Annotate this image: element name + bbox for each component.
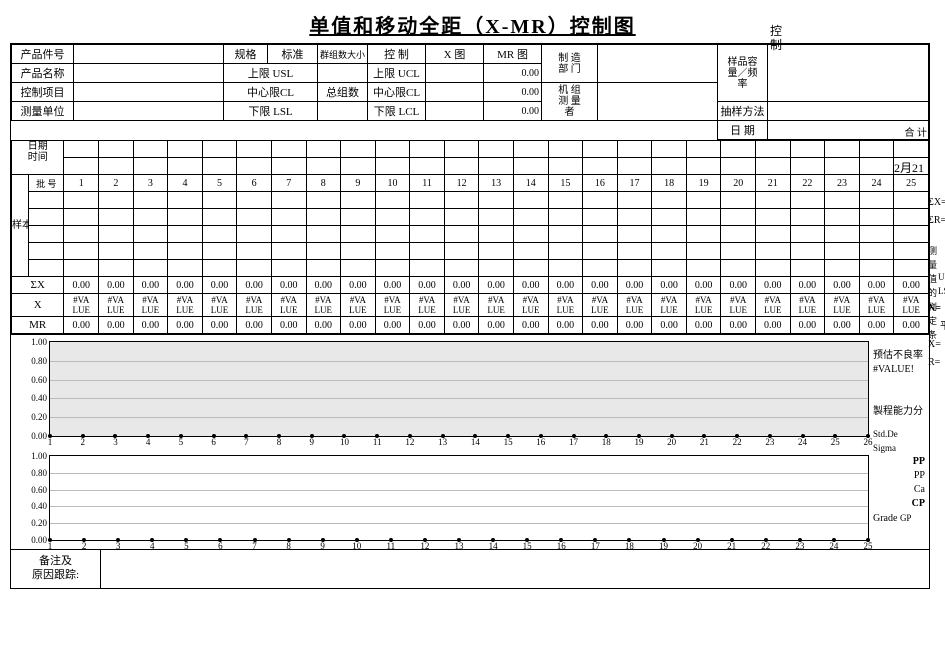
- lbl-std: 标准: [268, 45, 318, 64]
- x-chart-plot: 0.000.200.400.600.801.001234567891011121…: [49, 341, 869, 437]
- lbl-sample-vertical: 样本测定值: [12, 175, 29, 277]
- lbl-cl: 中心限CL: [224, 83, 318, 102]
- lbl-lcl: 下限 LCL: [368, 102, 426, 121]
- val-mfg-dept[interactable]: [598, 45, 718, 83]
- lbl-capability: 製程能力分: [873, 405, 925, 419]
- table-row[interactable]: [12, 260, 929, 277]
- lbl-stdde: Std.De: [873, 427, 925, 441]
- side-rbar: R= 0.0: [928, 356, 945, 370]
- side-usl: USL: [938, 270, 945, 284]
- side-avg: 平: [940, 320, 945, 334]
- lbl-lsl: 下限 LSL: [224, 102, 318, 121]
- val-lsl[interactable]: [318, 102, 368, 121]
- val-product-no[interactable]: [74, 45, 224, 64]
- lbl-batch-no: 批 号: [29, 175, 64, 192]
- lbl-measured-by: 机 组 测 量 者: [542, 83, 598, 121]
- lbl-product-no: 产品件号: [12, 45, 74, 64]
- date-value-outside: 2月21: [894, 159, 924, 176]
- lbl-cp: CP: [873, 497, 925, 511]
- table-row[interactable]: [12, 209, 929, 226]
- lbl-ctrl-item: 控制项目: [12, 83, 74, 102]
- lbl-mfg-dept: 制 造 部 门: [542, 45, 598, 83]
- side-xbar: X=: [928, 338, 941, 352]
- footer-notes[interactable]: [101, 550, 929, 588]
- chart-stats: 预估不良率 #VALUE! 製程能力分 Std.De Sigma PP PP C…: [873, 341, 925, 526]
- page-title: 单值和移动全距（X-MR）控制图: [10, 10, 935, 39]
- val-x-ucl[interactable]: [426, 64, 484, 83]
- lbl-cl2: 中心限CL: [368, 83, 426, 102]
- row-sx: ΣX 0.000.000.000.000.000.000.000.000.000…: [12, 277, 929, 294]
- val-x-lcl[interactable]: [426, 102, 484, 121]
- side-sr: ΣR=: [928, 214, 945, 228]
- side-lsl: LSL: [938, 284, 945, 298]
- val-usl[interactable]: [318, 64, 368, 83]
- lbl-pp: PP: [873, 455, 925, 469]
- mr-chart-block: 0.000.200.400.600.801.001234567891011121…: [49, 455, 869, 541]
- lbl-product-name: 产品名称: [12, 64, 74, 83]
- side-total: 合 计: [905, 124, 928, 139]
- lbl-pred-defect: 预估不良率: [873, 349, 925, 363]
- table-row[interactable]: [12, 226, 929, 243]
- row-date-time-2: [12, 158, 929, 175]
- row-date-time: 日期 时间: [12, 141, 929, 158]
- table-row[interactable]: [12, 243, 929, 260]
- side-sx: ΣX=: [928, 196, 945, 210]
- val-samp-method[interactable]: [768, 102, 929, 121]
- lbl-spec: 规格: [224, 45, 268, 64]
- x-chart-block: 0.000.200.400.600.801.001234567891011121…: [49, 341, 869, 437]
- val-ctrl-item[interactable]: [74, 83, 224, 102]
- lbl-grade: Grade GP: [873, 511, 925, 526]
- form-container: 产品件号 规格 标准 群组数大小 控 制 X 图 MR 图 制 造 部 门 样品…: [10, 43, 930, 589]
- data-grid: 日期 时间 样本测定值 批 号 123456789101112131415161…: [11, 140, 929, 334]
- row-mr: MR 0.000.000.000.000.000.000.000.000.000…: [12, 317, 929, 334]
- row-batch-no: 样本测定值 批 号 123456789101112131415161718192…: [12, 175, 929, 192]
- row-x: X #VALUE#VALUE#VALUE#VALUE#VALUE#VALUE#V…: [12, 294, 929, 317]
- lbl-sample-freq: 样品容 量／频 率: [718, 45, 768, 102]
- val-meas-unit[interactable]: [74, 102, 224, 121]
- side-n: N=: [928, 302, 941, 316]
- val-x-cl[interactable]: [426, 83, 484, 102]
- lbl-total-groups: 总组数: [318, 83, 368, 102]
- lbl-meas-unit: 测量单位: [12, 102, 74, 121]
- val-product-name[interactable]: [74, 64, 224, 83]
- lbl-sigma: Sigma: [873, 441, 925, 455]
- lbl-control: 控 制: [368, 45, 426, 64]
- val-sample-freq[interactable]: [768, 45, 929, 102]
- lbl-ca: Ca: [873, 483, 925, 497]
- val-pred-defect: #VALUE!: [873, 363, 925, 377]
- footer: 备注及 原因跟踪:: [11, 549, 929, 588]
- lbl-mrchart: MR 图: [484, 45, 542, 64]
- lbl-ucl: 上限 UCL: [368, 64, 426, 83]
- val-mr-3: 0.00: [484, 83, 542, 102]
- lbl-samp-method: 抽样方法: [718, 102, 768, 121]
- lbl-date: 日 期: [718, 121, 768, 140]
- lbl-usl: 上限 USL: [224, 64, 318, 83]
- lbl-pp2: PP: [873, 469, 925, 483]
- val-mr-4: 0.00: [484, 102, 542, 121]
- header-table: 产品件号 规格 标准 群组数大小 控 制 X 图 MR 图 制 造 部 门 样品…: [11, 44, 929, 140]
- mr-chart-plot: 0.000.200.400.600.801.001234567891011121…: [49, 455, 869, 541]
- lbl-group-size: 群组数大小: [318, 45, 368, 64]
- table-row[interactable]: [12, 192, 929, 209]
- lbl-xchart: X 图: [426, 45, 484, 64]
- val-mr-2: 0.00: [484, 64, 542, 83]
- charts-area: 0.000.200.400.600.801.001234567891011121…: [11, 334, 929, 549]
- footer-label: 备注及 原因跟踪:: [11, 550, 101, 588]
- val-measured-by[interactable]: [598, 83, 718, 121]
